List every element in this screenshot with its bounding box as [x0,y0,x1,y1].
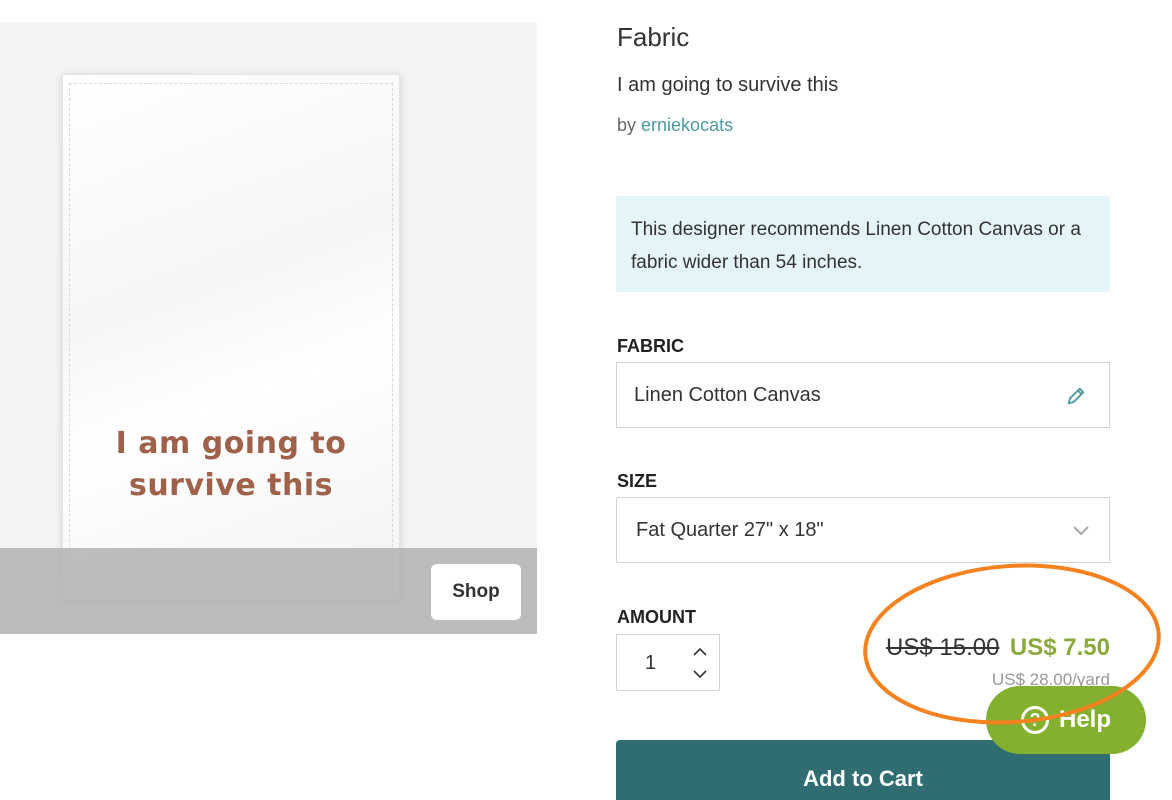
quantity-value[interactable]: 1 [645,652,656,675]
chevron-down-icon [1073,526,1089,536]
price-row: US$ 15.00 US$ 7.50 [886,634,1110,662]
tea-towel-image: I am going to survive this [62,74,400,601]
size-value: Fat Quarter 27" x 18" [636,518,824,541]
chevron-up-icon[interactable] [691,645,709,659]
amount-label: AMOUNT [617,607,696,627]
byline-prefix: by [617,115,637,135]
help-label: Help [1058,706,1111,733]
help-button[interactable]: ? Help [986,686,1146,754]
original-price: US$ 15.00 [886,634,1000,661]
shop-button[interactable]: Shop [431,564,521,620]
designer-link[interactable]: erniekocats [641,115,733,135]
sale-price: US$ 7.50 [1009,634,1110,661]
pencil-icon[interactable] [1065,385,1087,407]
question-icon: ? [1020,706,1049,734]
product-image-panel: I am going to survive this Shop [0,22,537,634]
chevron-down-icon[interactable] [691,667,709,681]
towel-hem [69,83,393,592]
fabric-value: Linen Cotton Canvas [634,383,821,406]
fabric-label: FABRIC [617,336,684,356]
designer-byline: by erniekocats [617,115,733,136]
designer-recommendation: This designer recommends Linen Cotton Ca… [616,196,1110,292]
size-select[interactable]: Fat Quarter 27" x 18" [616,497,1110,563]
product-category: Fabric [617,22,690,52]
quantity-stepper[interactable]: 1 [616,634,720,691]
towel-print-text: I am going to survive this [115,426,347,503]
product-title: I am going to survive this [617,74,839,96]
shop-overlay-bar: Shop [0,548,537,634]
fabric-selector[interactable]: Linen Cotton Canvas [616,362,1110,428]
size-label: SIZE [617,471,658,491]
